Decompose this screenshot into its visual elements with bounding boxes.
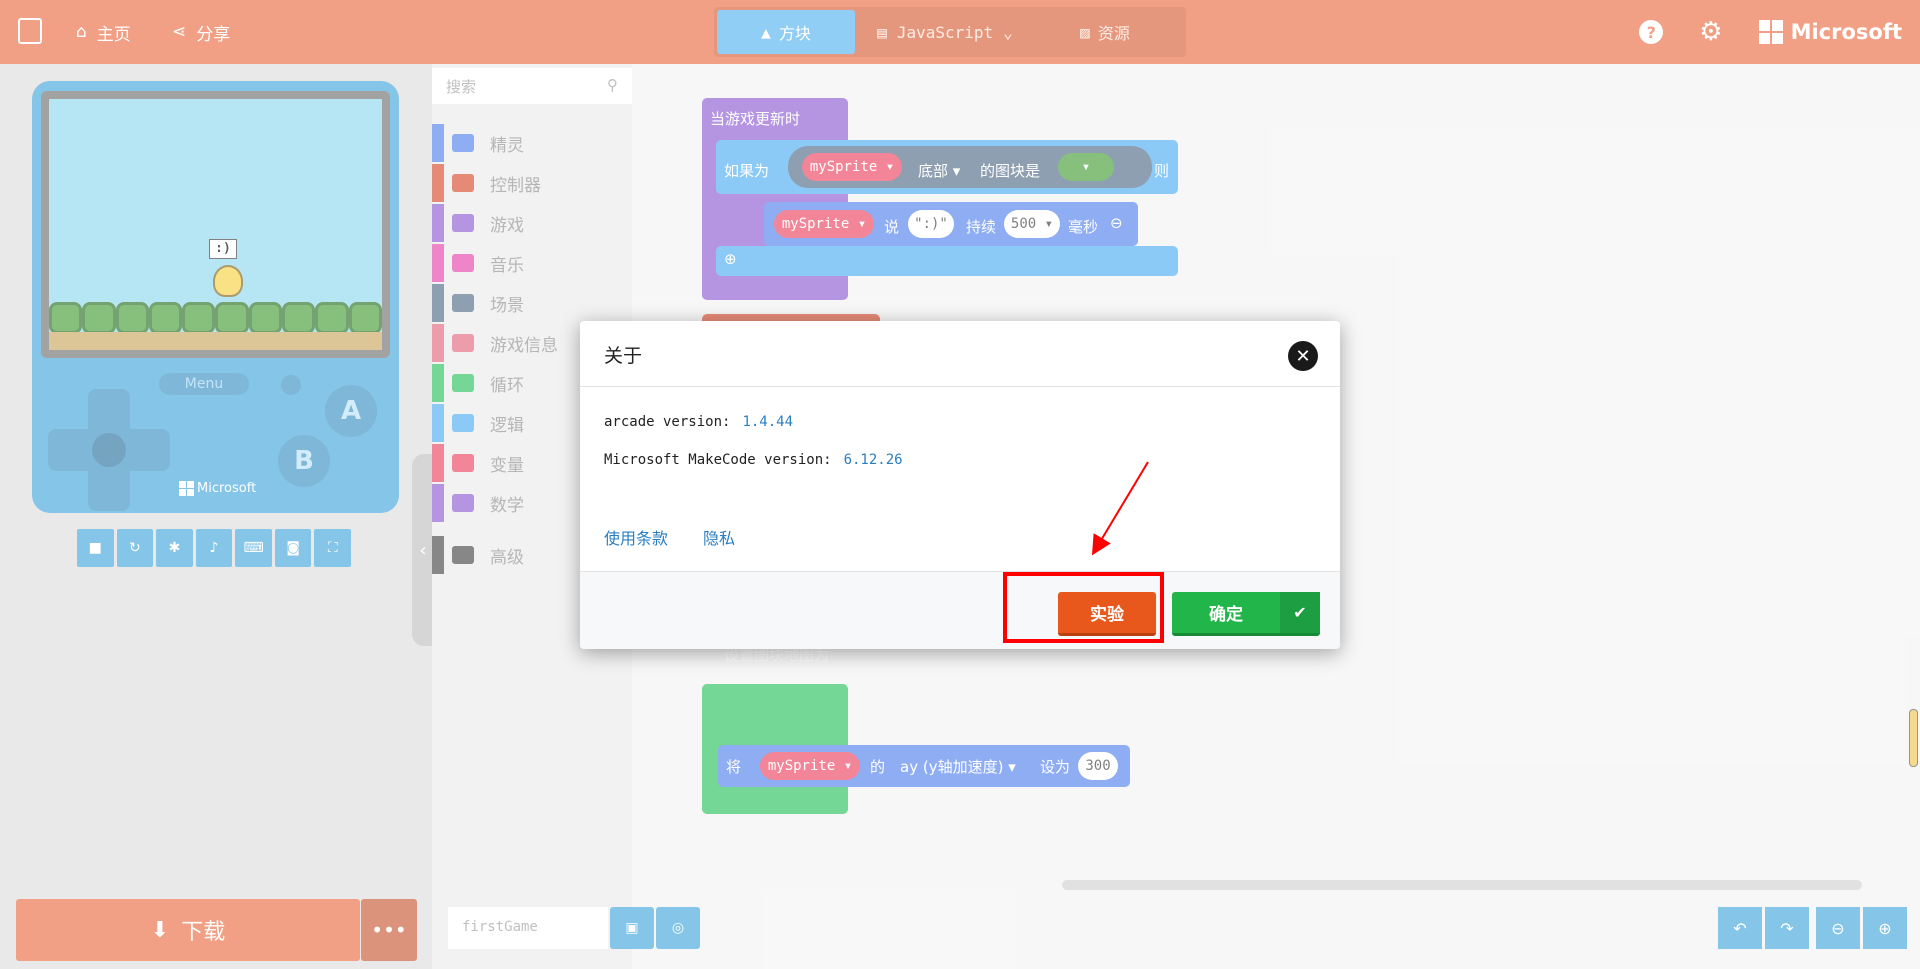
ok-button-label: 确定	[1209, 605, 1243, 625]
makecode-arcade-app: ⌂ 主页 ⋖ 分享 ▲ 方块 ▤ JavaScript ⌄ ▨ 资源 ? ⚙ M…	[0, 0, 1920, 969]
dialog-footer: 实验 确定 ✔	[580, 571, 1340, 649]
dialog-title: 关于	[604, 345, 643, 367]
close-icon[interactable]: ✕	[1288, 341, 1318, 371]
arcade-version-value: 1.4.44	[742, 414, 794, 430]
about-dialog: 关于 ✕ arcade version: 1.4.44 Microsoft Mak…	[580, 321, 1340, 649]
highlight-box	[1003, 572, 1164, 643]
checkmark-icon: ✔	[1280, 592, 1320, 633]
makecode-version-value: 6.12.26	[843, 452, 903, 468]
privacy-link[interactable]: 隐私	[703, 525, 735, 549]
ok-button[interactable]: 确定 ✔	[1172, 592, 1320, 636]
dialog-header: 关于 ✕	[580, 321, 1340, 387]
makecode-version-label: Microsoft MakeCode version:	[604, 452, 832, 468]
arcade-version-label: arcade version:	[604, 414, 731, 430]
terms-of-use-link[interactable]: 使用条款	[604, 525, 668, 549]
makecode-version-row: Microsoft MakeCode version: 6.12.26	[604, 452, 903, 468]
arcade-version-row: arcade version: 1.4.44	[604, 414, 793, 430]
